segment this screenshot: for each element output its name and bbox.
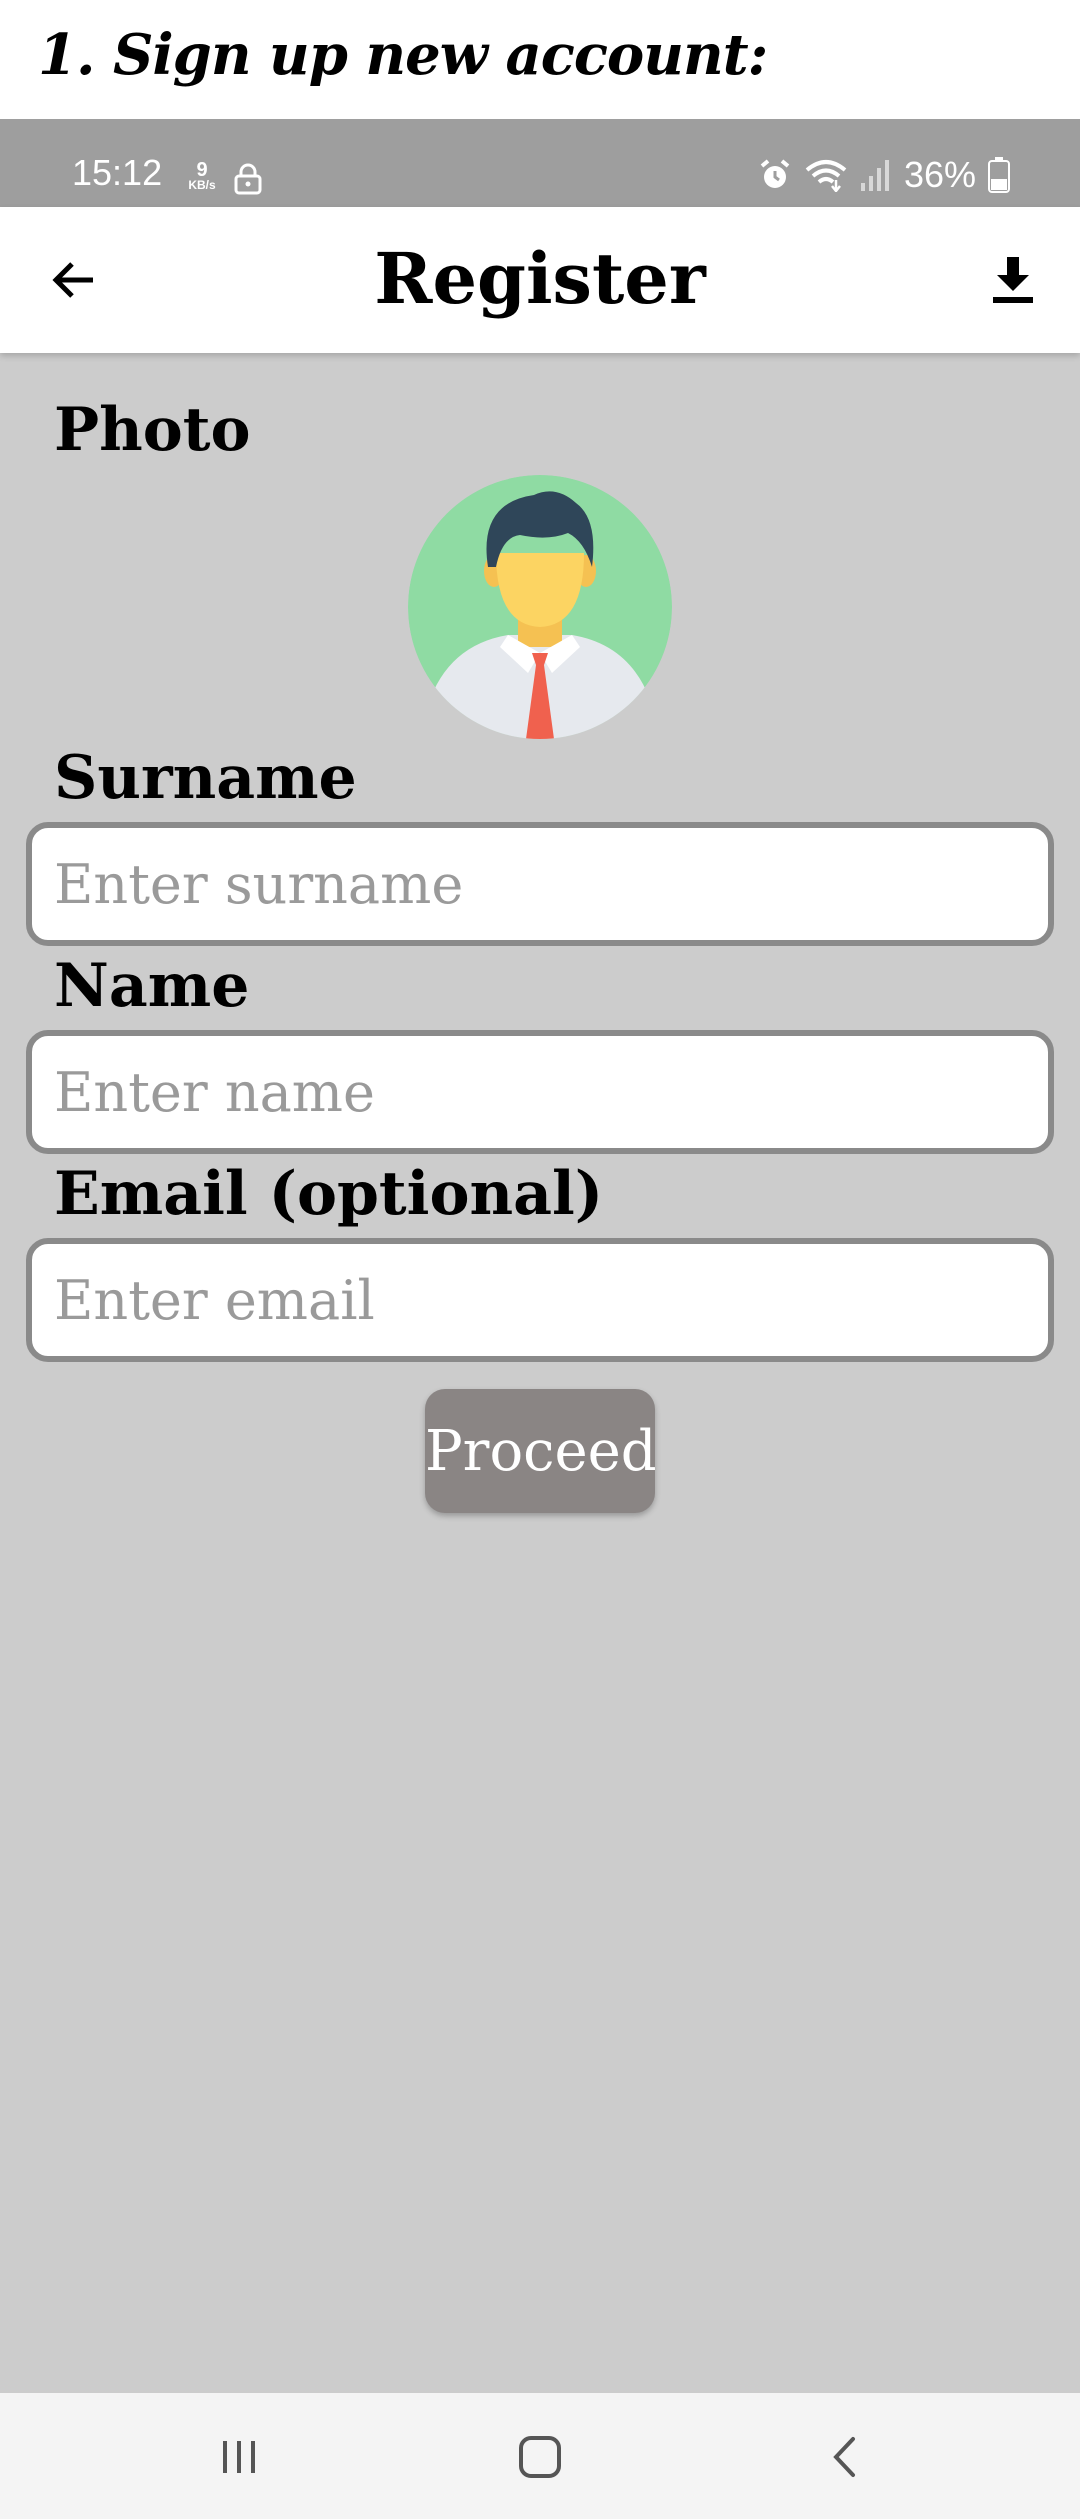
battery-percent: 36% (903, 154, 976, 195)
signal-icon (860, 160, 889, 191)
recent-apps-button[interactable] (199, 2417, 279, 2497)
name-input[interactable] (26, 1030, 1054, 1154)
network-speed-value: 9 (196, 159, 208, 181)
status-bar: 15:12 9 KB/s 36% (0, 119, 1080, 207)
home-button[interactable] (500, 2417, 580, 2497)
lock-icon (234, 163, 262, 195)
avatar-icon (408, 475, 672, 739)
email-label: Email (optional) (54, 1159, 604, 1229)
surname-input[interactable] (26, 822, 1054, 946)
home-icon (519, 2436, 561, 2478)
network-speed-unit: KB/s (188, 178, 216, 192)
recent-apps-icon (223, 2441, 255, 2473)
avatar[interactable] (408, 475, 672, 739)
status-right-group: 36% (746, 155, 1010, 195)
caption-header: 1. Sign up new account: (0, 0, 1080, 119)
page-title: Register (374, 237, 706, 320)
name-label: Name (54, 951, 250, 1021)
download-button[interactable] (980, 247, 1046, 313)
network-speed: 9 KB/s (182, 159, 222, 192)
caption-text: 1. Sign up new account: (38, 22, 768, 88)
wifi-icon (805, 160, 847, 192)
battery-icon (988, 157, 1010, 193)
surname-label: Surname (54, 743, 357, 813)
status-time: 15:12 (72, 152, 163, 193)
proceed-button[interactable]: Proceed (425, 1389, 657, 1513)
download-icon (993, 257, 1033, 303)
alarm-icon (760, 159, 790, 188)
photo-label: Photo (54, 395, 251, 465)
back-icon (833, 2437, 855, 2477)
nav-back-button[interactable] (805, 2417, 885, 2497)
app-bar: Register (0, 207, 1080, 353)
navigation-bar (0, 2393, 1080, 2519)
email-input[interactable] (26, 1238, 1054, 1362)
